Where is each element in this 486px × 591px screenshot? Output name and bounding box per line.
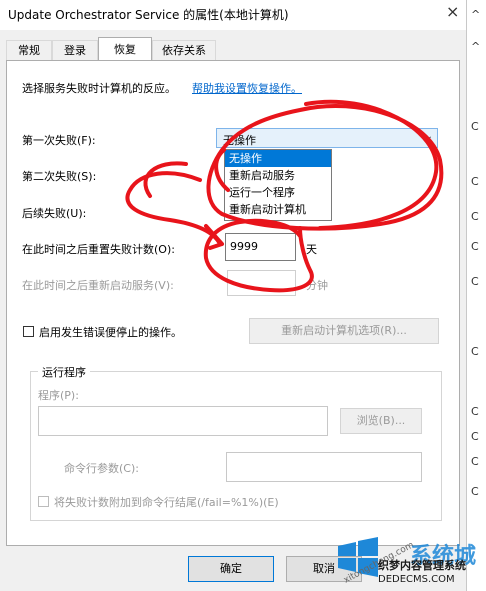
stop-on-errors-checkbox[interactable] [23,326,34,337]
chevron-down-icon: ⌄ [424,131,433,142]
reset-count-label: 在此时间之后重置失败计数(O): [22,243,175,256]
action-dropdown-list: 无操作 重新启动服务 运行一个程序 重新启动计算机 [224,149,332,221]
title-bar: Update Orchestrator Service 的属性(本地计算机) × [0,0,466,30]
strip-glyph: C [471,120,479,133]
restart-unit-label: 分钟 [306,279,328,292]
strip-glyph: C [471,275,479,288]
first-failure-select[interactable]: 无操作 ⌄ [216,128,438,148]
dropdown-option[interactable]: 运行一个程序 [225,184,331,201]
cmdline-label: 命令行参数(C): [64,462,139,475]
ok-button[interactable]: 确定 [188,556,274,582]
tab-general[interactable]: 常规 [6,40,52,61]
reset-count-input[interactable]: 9999 [225,233,296,261]
first-failure-label: 第一次失败(F): [22,134,96,147]
tab-recovery[interactable]: 恢复 [98,37,152,62]
restart-service-label: 在此时间之后重新启动服务(V): [22,279,174,292]
strip-glyph: C [471,455,479,468]
restart-computer-options-button[interactable]: 重新启动计算机选项(R)... [249,318,439,344]
window-title: Update Orchestrator Service 的属性(本地计算机) [8,8,289,22]
intro-text: 选择服务失败时计算机的反应。 [22,82,176,95]
first-failure-value: 无操作 [223,134,256,147]
close-icon[interactable]: × [446,2,459,21]
stop-on-errors-label: 启用发生错误便停止的操作。 [39,326,182,339]
strip-glyph: C [471,175,479,188]
run-program-group-title: 运行程序 [38,364,90,380]
second-failure-label: 第二次失败(S): [22,170,97,183]
strip-glyph: C [471,485,479,498]
strip-glyph: C [471,210,479,223]
dropdown-option[interactable]: 重新启动计算机 [225,201,331,218]
help-link[interactable]: 帮助我设置恢复操作。 [192,80,302,96]
strip-glyph: ^ [471,8,481,21]
append-fail-count-label: 将失败计数附加到命令行结尾(/fail=%1%)(E) [54,496,279,509]
tab-logon[interactable]: 登录 [52,40,98,61]
strip-glyph: C [471,345,479,358]
watermark-line1: 织梦内容管理系统 [378,559,466,572]
append-fail-count-checkbox[interactable] [38,496,49,507]
program-path-input[interactable] [38,406,328,436]
reset-count-value: 9999 [230,240,258,253]
watermark-line2: DEDECMS.COM [378,574,455,585]
restart-service-input[interactable] [227,270,296,296]
strip-glyph: C [471,240,479,253]
strip-glyph: ^ [471,40,481,53]
cmdline-input[interactable] [226,452,422,482]
dropdown-option[interactable]: 无操作 [225,150,331,167]
strip-glyph: C [471,405,479,418]
dropdown-option[interactable]: 重新启动服务 [225,167,331,184]
background-window-strip: ^ ^ C C C C C C C C C C [466,0,486,591]
program-label: 程序(P): [38,389,79,402]
subsequent-failure-label: 后续失败(U): [22,207,87,220]
reset-unit-label: 天 [306,243,317,256]
browse-button[interactable]: 浏览(B)... [340,408,422,434]
strip-glyph: C [471,430,479,443]
tab-dependencies[interactable]: 依存关系 [152,40,216,61]
